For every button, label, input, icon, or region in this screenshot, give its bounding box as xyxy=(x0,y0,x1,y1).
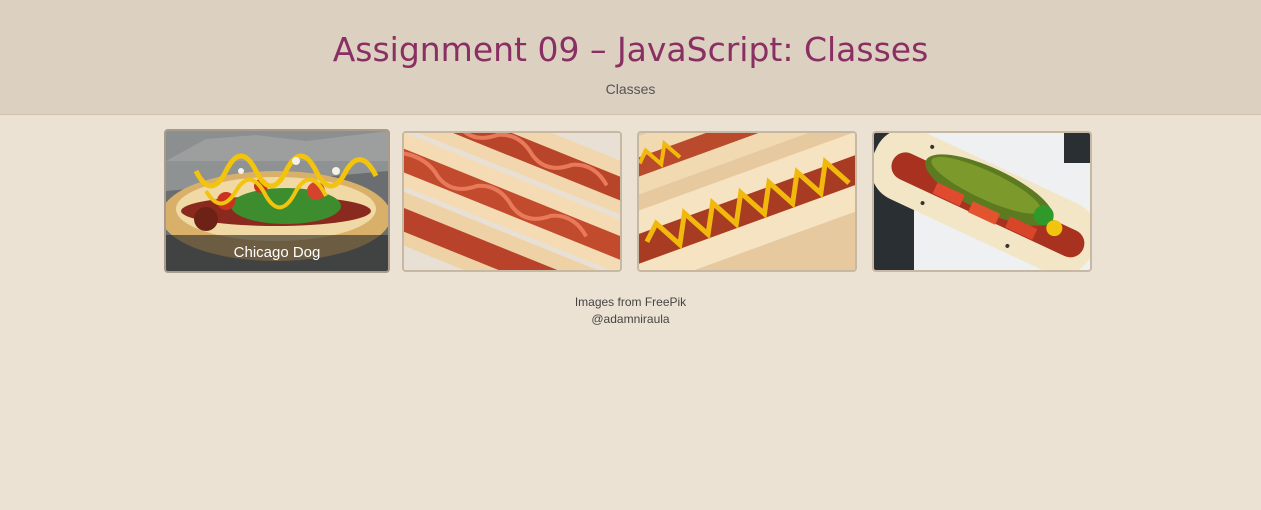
gallery-card-chicago-dog[interactable]: Chicago Dog xyxy=(164,129,390,273)
image-gallery: Chicago Dog xyxy=(0,129,1261,274)
pickle-dog-photo xyxy=(874,133,1090,270)
author-handle: @adamniraula xyxy=(591,312,670,326)
image-credit: Images from FreePik xyxy=(574,295,687,309)
mustard-dog-photo xyxy=(639,133,855,270)
page-header: Assignment 09 – JavaScript: Classes Clas… xyxy=(0,0,1261,115)
gallery-card-2[interactable] xyxy=(402,131,622,272)
bacon-dog-photo xyxy=(404,133,620,270)
page-subtitle: Classes xyxy=(605,81,656,97)
gallery-card-3[interactable] xyxy=(637,131,857,272)
page-footer: Images from FreePik @adamniraula xyxy=(0,294,1261,328)
page-title: Assignment 09 – JavaScript: Classes xyxy=(332,30,929,69)
gallery-card-4[interactable] xyxy=(872,131,1092,272)
card-caption: Chicago Dog xyxy=(166,235,388,271)
